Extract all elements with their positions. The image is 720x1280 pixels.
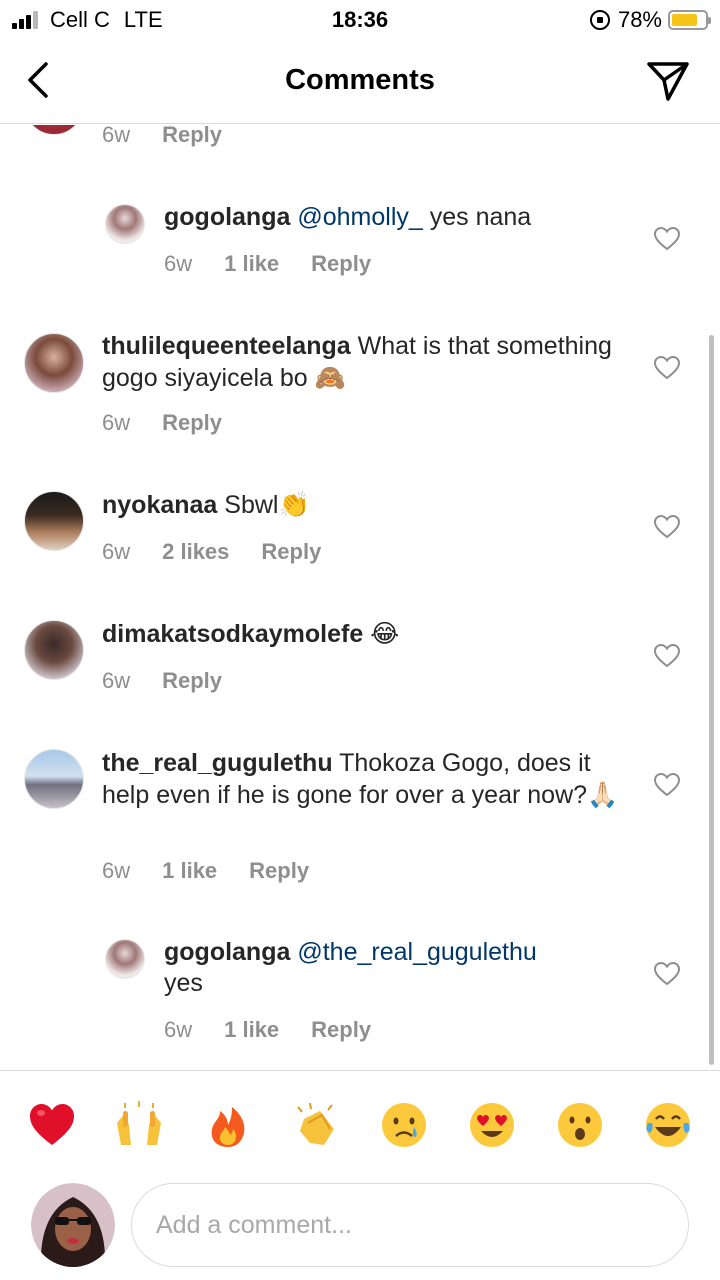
profile-photo [31, 1183, 115, 1267]
battery-percent: 78% [617, 7, 662, 32]
comment-username[interactable]: gogolanga [164, 938, 290, 966]
comment-body: yes [164, 969, 203, 997]
comment-mention[interactable]: @ohmolly_ [297, 203, 422, 231]
comment-input[interactable] [131, 1183, 689, 1267]
reply-button[interactable]: Reply [162, 668, 222, 694]
like-heart-icon[interactable] [654, 515, 680, 539]
avatar[interactable] [105, 204, 145, 244]
comment-body: Sbwl [217, 491, 279, 519]
heart-emoji-icon[interactable] [26, 1099, 78, 1151]
quick-reaction-bar [0, 1099, 720, 1149]
like-heart-icon[interactable] [654, 227, 680, 251]
reply-button[interactable]: Reply [249, 858, 309, 884]
reply-button[interactable]: Reply [311, 251, 371, 277]
avatar[interactable] [24, 333, 84, 393]
scrollbar[interactable] [709, 335, 714, 1065]
comment-emoji: 😂 [370, 619, 400, 648]
like-heart-icon[interactable] [654, 356, 680, 380]
avatar[interactable] [24, 749, 84, 809]
comment-meta: 6w Reply [102, 125, 222, 148]
comment-meta: 6w Reply [102, 410, 222, 436]
comment-composer [0, 1183, 720, 1271]
reply-button[interactable]: Reply [311, 1017, 371, 1043]
comment-text: thulilequeenteelanga What is that someth… [102, 331, 622, 394]
comment-body: yes nana [422, 203, 532, 231]
comment-text: gogolanga @ohmolly_ yes nana [164, 202, 624, 233]
comment-likes[interactable]: 1 like [224, 1017, 279, 1043]
tears-of-joy-emoji-icon[interactable] [642, 1099, 694, 1151]
my-avatar [31, 1183, 115, 1267]
like-heart-icon[interactable] [654, 644, 680, 668]
heart-eyes-emoji-icon[interactable] [466, 1099, 518, 1151]
comment-emoji: 👏 [278, 490, 310, 519]
comment-time: 6w [102, 539, 131, 564]
page-title: Comments [285, 64, 435, 96]
send-icon[interactable] [646, 60, 690, 102]
comment-likes[interactable]: 1 like [224, 251, 279, 277]
reply-button[interactable]: Reply [261, 539, 321, 565]
crying-face-emoji-icon[interactable] [378, 1099, 430, 1151]
reply-button[interactable]: Reply [162, 125, 222, 148]
comment-time: 6w [164, 251, 193, 276]
comment-likes[interactable]: 1 like [162, 858, 217, 884]
clapping-hands-emoji-icon[interactable] [290, 1099, 342, 1151]
comment-meta: 6w 1 like Reply [102, 858, 309, 884]
rotation-lock-icon [589, 10, 610, 30]
comment-emoji: 🙏🏻 [587, 780, 619, 809]
comment-time: 6w [102, 858, 131, 883]
avatar[interactable] [24, 491, 84, 551]
like-heart-icon[interactable] [654, 773, 680, 797]
comment-likes[interactable]: 2 likes [162, 539, 229, 565]
comment-meta: 6w Reply [102, 668, 222, 694]
comment-username[interactable]: the_real_gugulethu [102, 749, 333, 777]
avatar[interactable] [24, 125, 84, 135]
avatar[interactable] [105, 939, 145, 979]
comment-text: nyokanaa Sbwl👏 [102, 489, 622, 521]
fire-emoji-icon[interactable] [202, 1099, 254, 1151]
comment-username[interactable]: gogolanga [164, 203, 290, 231]
surprised-face-emoji-icon[interactable] [554, 1099, 606, 1151]
comment-time: 6w [164, 1017, 193, 1042]
comment-text: gogolanga @the_real_gugulethu yes [164, 937, 624, 999]
comment-text: the_real_gugulethu Thokoza Gogo, does it… [102, 748, 622, 811]
comment-list[interactable]: 6w Reply gogolanga @ohmolly_ yes nana 6w… [0, 125, 720, 1070]
comment-mention[interactable]: @the_real_gugulethu [297, 938, 536, 966]
status-bar: Cell C LTE 18:36 78% [0, 0, 720, 40]
comment-username[interactable]: thulilequeenteelanga [102, 332, 351, 360]
comment-meta: 6w 1 like Reply [164, 251, 371, 277]
like-heart-icon[interactable] [654, 962, 680, 986]
comment-username[interactable]: nyokanaa [102, 491, 217, 519]
status-right: 78% [589, 7, 711, 33]
comment-username[interactable]: dimakatsodkaymolefe [102, 620, 363, 648]
comment-text: dimakatsodkaymolefe 😂 [102, 618, 622, 650]
bottom-bar [0, 1070, 720, 1280]
comment-meta: 6w 2 likes Reply [102, 539, 321, 565]
battery-fill [672, 14, 697, 26]
header: Comments [0, 40, 720, 124]
battery-icon [668, 10, 711, 30]
comment-time: 6w [102, 410, 131, 435]
comment-time: 6w [102, 668, 131, 693]
comment-emoji: 🙈 [314, 363, 346, 392]
comment-meta: 6w 1 like Reply [164, 1017, 371, 1043]
reply-button[interactable]: Reply [162, 410, 222, 436]
raising-hands-emoji-icon[interactable] [113, 1099, 165, 1151]
comment-time: 6w [102, 125, 131, 147]
avatar[interactable] [24, 620, 84, 680]
